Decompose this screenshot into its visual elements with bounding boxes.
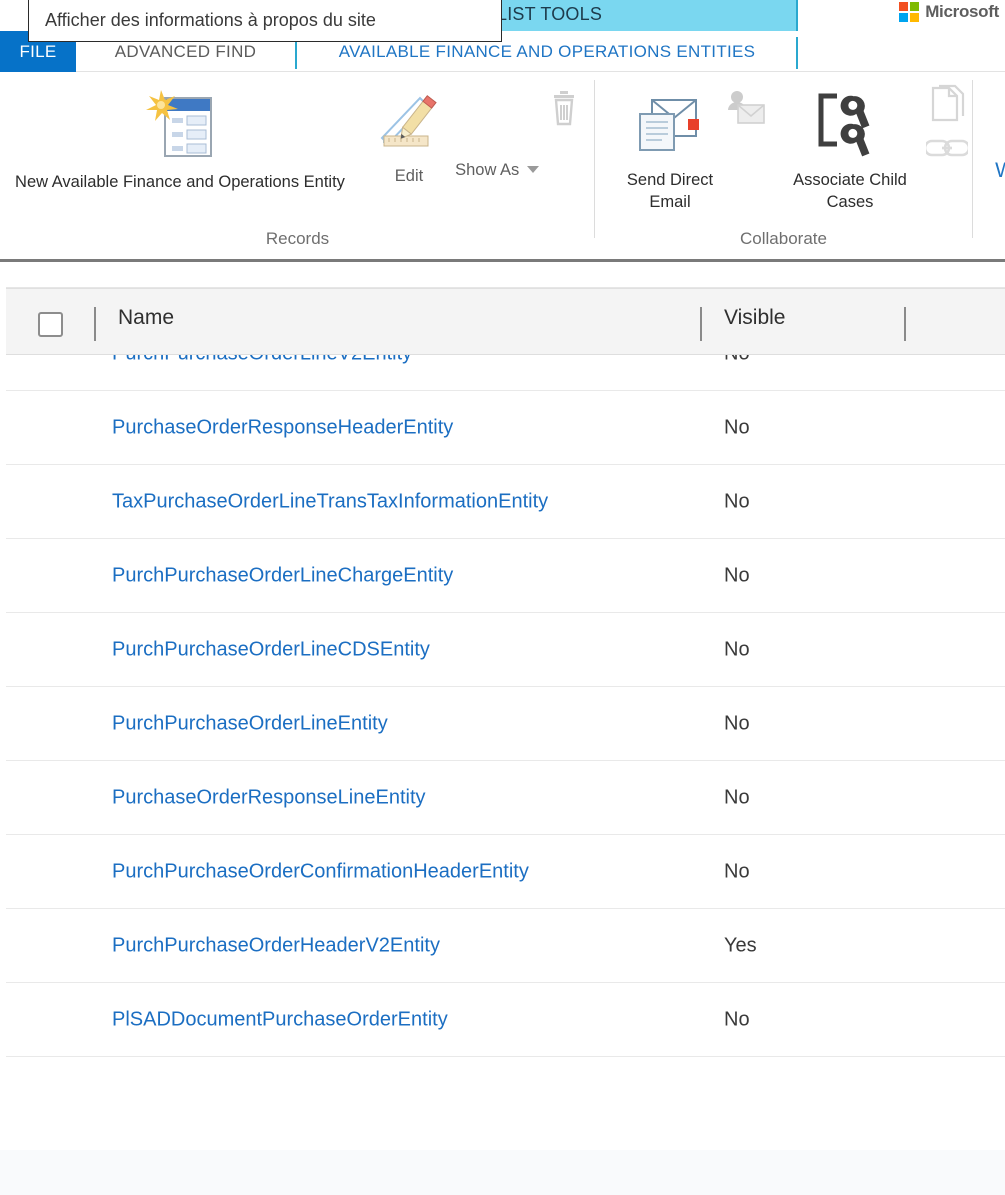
page-bottom-strip <box>0 1150 1005 1195</box>
entity-visible-value: No <box>724 1008 750 1031</box>
copy-link-button[interactable] <box>924 84 970 164</box>
contextual-tab-label: LIST TOOLS <box>497 4 602 25</box>
word-templates-button[interactable]: W <box>990 160 1005 182</box>
entity-visible-value: No <box>724 355 750 365</box>
entity-name-link[interactable]: PurchaseOrderResponseHeaderEntity <box>112 416 453 439</box>
tab-available-label: AVAILABLE FINANCE AND OPERATIONS ENTITIE… <box>339 42 756 62</box>
entity-grid: Name Visible PurchPurchaseOrderLineV2Ent… <box>0 265 1005 1150</box>
associate-child-cases-label: Associate Child Cases <box>776 169 924 213</box>
entity-visible-value: No <box>724 638 750 661</box>
entity-name-link[interactable]: PurchPurchaseOrderHeaderV2Entity <box>112 934 440 957</box>
contextual-band-edge <box>796 0 798 31</box>
delete-trash-icon <box>546 90 582 135</box>
table-row[interactable]: PurchaseOrderResponseHeaderEntity No <box>6 391 1005 465</box>
microsoft-wordmark: Microsoft <box>925 2 999 22</box>
edit-pencil-ruler-icon <box>376 92 442 159</box>
entity-name-link[interactable]: PurchPurchaseOrderConfirmationHeaderEnti… <box>112 860 529 883</box>
table-row[interactable]: PurchPurchaseOrderHeaderV2Entity Yes <box>6 909 1005 983</box>
grid-rows: PurchPurchaseOrderLineV2Entity No Purcha… <box>6 355 1005 1195</box>
word-templates-label: W <box>995 160 1005 182</box>
tab-separator-right <box>796 37 798 69</box>
entity-visible-value: No <box>724 786 750 809</box>
new-record-icon <box>141 88 219 165</box>
table-row[interactable]: PurchPurchaseOrderLineChargeEntity No <box>6 539 1005 613</box>
ribbon-group-records: New Available Finance and Operations Ent… <box>0 72 595 259</box>
ribbon-group-truncated: W <box>974 72 1005 259</box>
entity-name-link[interactable]: PurchPurchaseOrderLineV2Entity <box>112 355 412 365</box>
ribbon-group-collaborate: Send Direct Email <box>596 72 971 259</box>
new-entity-button-label: New Available Finance and Operations Ent… <box>15 171 345 193</box>
send-direct-email-label: Send Direct Email <box>610 169 730 213</box>
select-all-checkbox[interactable] <box>38 312 63 337</box>
new-available-finance-and-operations-entity-button[interactable]: New Available Finance and Operations Ent… <box>0 88 360 193</box>
header-divider-3[interactable] <box>904 307 906 341</box>
chevron-down-icon[interactable] <box>527 165 539 173</box>
ribbon-group-collaborate-label: Collaborate <box>596 229 971 249</box>
ribbon-divider-2 <box>972 80 973 238</box>
edit-button-label: Edit <box>395 165 423 187</box>
link-chain-icon <box>926 137 968 164</box>
ribbon-group-records-label: Records <box>0 229 595 249</box>
entity-visible-value: No <box>724 860 750 883</box>
entity-name-link[interactable]: PlSADDocumentPurchaseOrderEntity <box>112 1008 448 1031</box>
header-divider-1[interactable] <box>94 307 96 341</box>
entity-visible-value: No <box>724 564 750 587</box>
delete-button[interactable] <box>542 90 586 135</box>
associate-child-cases-icon <box>811 86 889 163</box>
entity-name-link[interactable]: PurchPurchaseOrderLineCDSEntity <box>112 638 430 661</box>
entity-name-link[interactable]: TaxPurchaseOrderLineTransTaxInformationE… <box>112 490 548 513</box>
entity-visible-value: No <box>724 416 750 439</box>
ribbon: New Available Finance and Operations Ent… <box>0 72 1005 262</box>
microsoft-squares-icon <box>899 2 919 22</box>
associate-child-cases-button[interactable]: Associate Child Cases <box>776 86 924 213</box>
entity-visible-value: Yes <box>724 934 757 957</box>
ribbon-divider-1 <box>594 80 595 238</box>
column-header-visible[interactable]: Visible <box>724 306 785 330</box>
show-as-label: Show As <box>455 161 519 179</box>
entity-name-link[interactable]: PurchPurchaseOrderLineEntity <box>112 712 388 735</box>
contextual-tab-band: LIST TOOLS <box>489 0 798 31</box>
table-row[interactable]: PurchPurchaseOrderLineV2Entity No <box>6 355 1005 391</box>
edit-button[interactable]: Edit <box>368 92 450 187</box>
entity-visible-value: No <box>724 490 750 513</box>
entity-visible-value: No <box>724 712 750 735</box>
copy-page-icon <box>927 84 967 131</box>
table-row[interactable]: PlSADDocumentPurchaseOrderEntity No <box>6 983 1005 1057</box>
assign-envelope-icon <box>724 88 770 133</box>
table-row[interactable]: PurchPurchaseOrderConfirmationHeaderEnti… <box>6 835 1005 909</box>
microsoft-logo: Microsoft <box>899 2 999 22</box>
table-row[interactable]: TaxPurchaseOrderLineTransTaxInformationE… <box>6 465 1005 539</box>
table-row[interactable]: PurchPurchaseOrderLineEntity No <box>6 687 1005 761</box>
tab-advanced-find-label: ADVANCED FIND <box>115 42 257 62</box>
crm-entity-list-page: LIST TOOLS Microsoft Afficher des inform… <box>0 0 1005 1195</box>
show-as-button[interactable]: Show As <box>455 92 539 181</box>
assign-button[interactable] <box>722 88 772 133</box>
grid-header-row: Name Visible <box>6 288 1005 355</box>
entity-name-link[interactable]: PurchaseOrderResponseLineEntity <box>112 786 426 809</box>
column-header-name[interactable]: Name <box>118 306 174 330</box>
send-direct-email-icon <box>634 88 706 163</box>
site-info-tooltip: Afficher des informations à propos du si… <box>28 0 502 42</box>
tab-file-label: FILE <box>19 42 56 62</box>
table-row[interactable]: PurchPurchaseOrderLineCDSEntity No <box>6 613 1005 687</box>
send-direct-email-button[interactable]: Send Direct Email <box>610 88 730 213</box>
tooltip-text: Afficher des informations à propos du si… <box>45 10 376 31</box>
table-row[interactable]: PurchaseOrderResponseLineEntity No <box>6 761 1005 835</box>
entity-name-link[interactable]: PurchPurchaseOrderLineChargeEntity <box>112 564 453 587</box>
header-divider-2[interactable] <box>700 307 702 341</box>
